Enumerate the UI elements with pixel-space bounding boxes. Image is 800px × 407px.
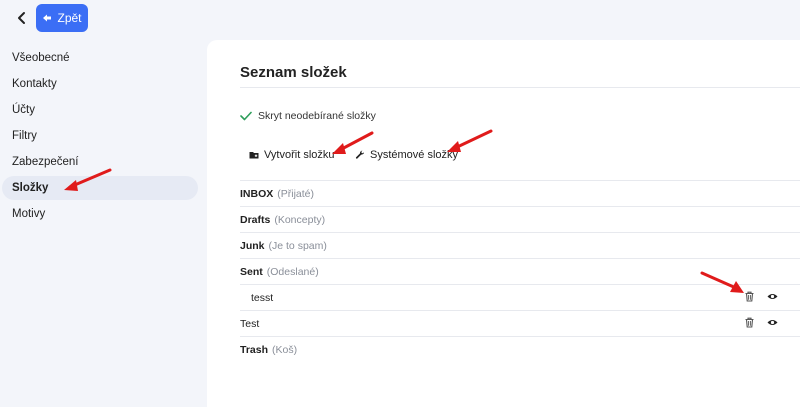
folder-name: tesst	[251, 291, 274, 304]
page-title: Seznam složek	[240, 64, 347, 81]
arrow-left-icon	[43, 14, 52, 22]
folder-subtitle: (Přijaté)	[277, 187, 315, 200]
chevron-left-icon[interactable]	[12, 8, 32, 28]
sidebar-item-label: Kontakty	[12, 78, 57, 90]
folder-actions	[744, 317, 778, 331]
check-icon	[240, 111, 252, 121]
trash-icon[interactable]	[744, 291, 755, 305]
system-folders-label: Systémové složky	[370, 149, 459, 161]
sidebar-item-accounts[interactable]: Účty	[2, 98, 198, 122]
sidebar-item-themes[interactable]: Motivy	[2, 202, 198, 226]
folder-row-sent[interactable]: Sent (Odeslané)	[240, 258, 800, 284]
back-button[interactable]: Zpět	[36, 4, 88, 32]
sidebar-item-label: Všeobecné	[12, 52, 70, 64]
folder-name: Junk	[240, 239, 265, 252]
sidebar-item-label: Složky	[12, 182, 49, 194]
folder-row-junk[interactable]: Junk (Je to spam)	[240, 232, 800, 258]
wrench-icon	[355, 150, 365, 159]
sidebar-item-label: Filtry	[12, 130, 37, 142]
create-folder-label: Vytvořit složku	[264, 149, 335, 161]
folder-row-inbox[interactable]: INBOX (Přijaté)	[240, 180, 800, 206]
eye-icon[interactable]	[767, 291, 778, 305]
sidebar-item-general[interactable]: Všeobecné	[2, 46, 198, 70]
sidebar-item-folders[interactable]: Složky	[2, 176, 198, 200]
folder-row-trash[interactable]: Trash (Koš)	[240, 336, 800, 362]
sidebar-item-label: Účty	[12, 104, 35, 116]
eye-icon[interactable]	[767, 317, 778, 331]
sidebar-item-label: Zabezpečení	[12, 156, 79, 168]
sidebar-item-label: Motivy	[12, 208, 46, 220]
folder-subtitle: (Je to spam)	[268, 239, 327, 252]
folder-name: Sent	[240, 265, 263, 278]
folder-subtitle: (Koncepty)	[274, 213, 326, 226]
sidebar-item-security[interactable]: Zabezpečení	[2, 150, 198, 174]
folder-subtitle: (Odeslané)	[266, 265, 319, 278]
system-folders-button[interactable]: Systémové složky	[355, 149, 458, 161]
folder-name: Drafts	[240, 213, 271, 226]
back-button-label: Zpět	[57, 11, 82, 25]
title-divider	[240, 87, 800, 88]
folder-name: INBOX	[240, 187, 274, 200]
trash-icon[interactable]	[744, 317, 755, 331]
folder-row-tesst[interactable]: tesst	[240, 284, 800, 310]
folder-actions	[744, 291, 778, 305]
sidebar-item-contacts[interactable]: Kontakty	[2, 72, 198, 96]
folder-row-test[interactable]: Test	[240, 310, 800, 336]
folder-name: Trash	[240, 343, 269, 356]
sidebar-item-filters[interactable]: Filtry	[2, 124, 198, 148]
hide-unsubscribed-label: Skryt neodebírané složky	[258, 110, 376, 122]
top-bar: Zpět	[0, 0, 200, 36]
folders-panel: Seznam složek Skryt neodebírané složky V…	[207, 40, 800, 407]
folder-subtitle: (Koš)	[272, 343, 298, 356]
folder-name: Test	[240, 317, 260, 330]
create-folder-button[interactable]: Vytvořit složku	[249, 149, 335, 161]
folder-row-drafts[interactable]: Drafts (Koncepty)	[240, 206, 800, 232]
hide-unsubscribed-toggle[interactable]: Skryt neodebírané složky	[240, 110, 376, 122]
folder-add-icon	[249, 152, 259, 159]
